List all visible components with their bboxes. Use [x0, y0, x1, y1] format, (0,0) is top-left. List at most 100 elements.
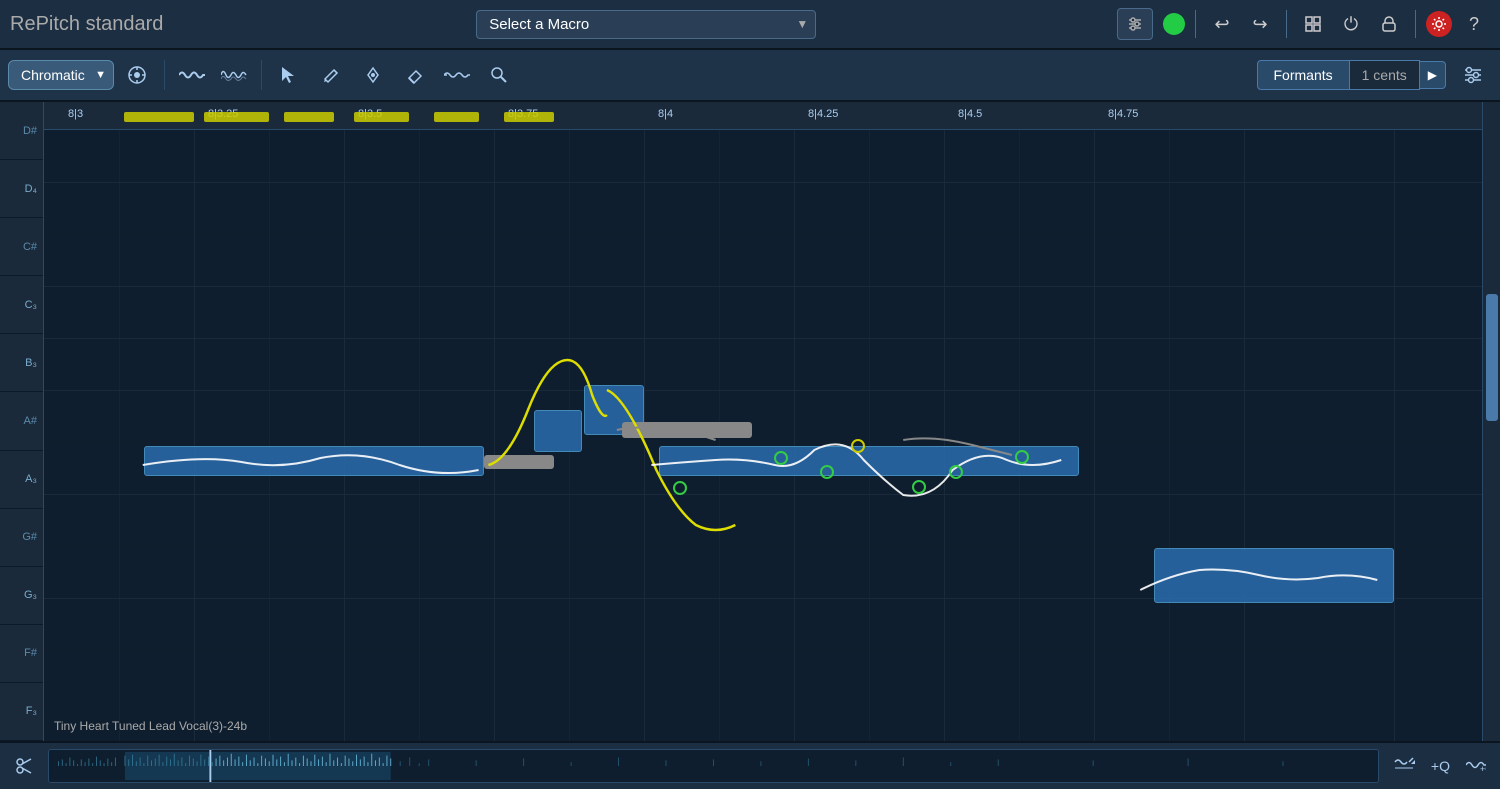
waveform-content	[49, 750, 1378, 782]
h-grid-line	[44, 286, 1482, 287]
note-label-a3: A₃	[0, 451, 43, 509]
timeline-segment	[434, 112, 479, 122]
bottom-right-controls: +Q +Q	[1387, 750, 1492, 783]
timeline-marker: 8|3	[68, 108, 83, 120]
timeline-marker: 8|4	[658, 108, 673, 120]
timeline-segment	[504, 112, 554, 122]
h-grid-line	[44, 494, 1482, 495]
cut-button[interactable]	[8, 750, 40, 782]
v-grid-line	[794, 130, 795, 741]
scale-select[interactable]: Chromatic Major Minor	[8, 60, 114, 90]
undo-button[interactable]: ↩	[1206, 8, 1238, 40]
h-grid-line	[44, 546, 1482, 547]
right-scrollbar[interactable]	[1482, 102, 1500, 741]
v-grid-line	[1244, 130, 1245, 741]
h-grid-line	[44, 390, 1482, 391]
ctrl-point-green[interactable]	[1015, 450, 1029, 464]
alert-badge[interactable]	[1426, 11, 1452, 37]
v-grid-line-minor	[869, 130, 870, 741]
top-right-controls: ↩ ↪ ⏻ ?	[1163, 8, 1490, 40]
toolbar-sliders-button[interactable]	[1454, 56, 1492, 94]
waveform-zoom-icon	[1393, 754, 1415, 776]
scroll-thumb[interactable]	[1486, 294, 1498, 422]
timeline-marker: 8|4.75	[1108, 108, 1138, 120]
h-grid-line	[44, 442, 1482, 443]
squiggle-tool-button[interactable]	[215, 56, 253, 94]
macro-select[interactable]: Select a Macro	[476, 10, 816, 39]
snap-button[interactable]	[118, 56, 156, 94]
note-label-c3: C₃	[0, 276, 43, 334]
ctrl-point-green[interactable]	[774, 451, 788, 465]
note-label-g3: G₃	[0, 567, 43, 625]
ctrl-point-green[interactable]	[949, 465, 963, 479]
vibrato-tool-button[interactable]	[438, 56, 476, 94]
lock-button[interactable]	[1373, 8, 1405, 40]
macro-settings-button[interactable]	[1117, 8, 1153, 40]
macro-select-container: Select a Macro ▼	[183, 10, 1109, 39]
v-grid-line	[494, 130, 495, 741]
timeline-segment	[124, 112, 194, 122]
v-grid-line	[1394, 130, 1395, 741]
select-tool-button[interactable]	[270, 56, 308, 94]
pencil-tool-button[interactable]	[312, 56, 350, 94]
eraser-icon	[406, 66, 424, 84]
ctrl-point-green[interactable]	[912, 480, 926, 494]
app-edition: standard	[86, 13, 164, 35]
zoom-waveform-button[interactable]	[1387, 750, 1421, 783]
note-label-csharp: C#	[0, 218, 43, 276]
v-grid-line	[1094, 130, 1095, 741]
timeline-segment	[284, 112, 334, 122]
ctrl-point-green[interactable]	[820, 465, 834, 479]
timeline-marker: 8|4.5	[958, 108, 982, 120]
note-label-f3: F₃	[0, 683, 43, 741]
cents-display: 1 cents	[1350, 60, 1420, 90]
v-grid-line-minor	[1019, 130, 1020, 741]
note-block[interactable]	[534, 410, 582, 452]
note-block[interactable]	[144, 446, 484, 476]
v-grid-line-minor	[1169, 130, 1170, 741]
formants-button[interactable]: Formants	[1257, 60, 1350, 90]
grid-icon	[1304, 15, 1322, 33]
waveform-tool-button[interactable]	[173, 56, 211, 94]
note-label-b3: B₃	[0, 334, 43, 392]
vibrato-icon	[444, 66, 470, 84]
help-button[interactable]: ?	[1458, 8, 1490, 40]
settings-sliders-icon	[1126, 15, 1144, 33]
redo-button[interactable]: ↪	[1244, 8, 1276, 40]
note-handle[interactable]	[622, 422, 752, 438]
h-grid-line	[44, 234, 1482, 235]
power-button[interactable]: ⏻	[1335, 8, 1367, 40]
cents-arrow-button[interactable]: ▶	[1420, 61, 1446, 89]
magnify-icon	[490, 66, 508, 84]
note-block[interactable]	[1154, 548, 1394, 603]
zoom-out-button[interactable]: +Q	[1460, 753, 1492, 780]
eraser-tool-button[interactable]	[396, 56, 434, 94]
svg-text:+Q: +Q	[1480, 764, 1486, 773]
note-label-dsharp: D#	[0, 102, 43, 160]
ctrl-point-green[interactable]	[673, 481, 687, 495]
scale-select-wrapper: Chromatic Major Minor ▼	[8, 60, 114, 90]
timeline: 8|3 8|3.25 8|3.5 8|3.75 8|4 8|4.25 8|4.5…	[44, 102, 1482, 130]
magnify-tool-button[interactable]	[480, 56, 518, 94]
app-logo: RePitch standard	[10, 13, 163, 36]
waveform-svg	[49, 750, 1378, 782]
timeline-segment	[204, 112, 269, 122]
app-name: RePitch	[10, 13, 80, 35]
waveform-bar[interactable]	[48, 749, 1379, 783]
separator	[164, 60, 165, 90]
right-toolbar: Formants 1 cents ▶	[1257, 56, 1493, 94]
divider	[1415, 10, 1416, 38]
v-grid-line	[344, 130, 345, 741]
pen-icon	[364, 66, 382, 84]
waveform-icon	[179, 66, 205, 84]
grid-button[interactable]	[1297, 8, 1329, 40]
ctrl-point-yellow[interactable]	[851, 439, 865, 453]
note-label-gsharp: G#	[0, 509, 43, 567]
grid-container[interactable]: 8|3 8|3.25 8|3.5 8|3.75 8|4 8|4.25 8|4.5…	[44, 102, 1482, 741]
scissors-icon	[15, 757, 33, 775]
zoom-in-button[interactable]: +Q	[1425, 754, 1456, 778]
grid-lines	[44, 130, 1482, 741]
divider	[1286, 10, 1287, 38]
pen-tool-button[interactable]	[354, 56, 392, 94]
note-handle[interactable]	[484, 455, 554, 469]
